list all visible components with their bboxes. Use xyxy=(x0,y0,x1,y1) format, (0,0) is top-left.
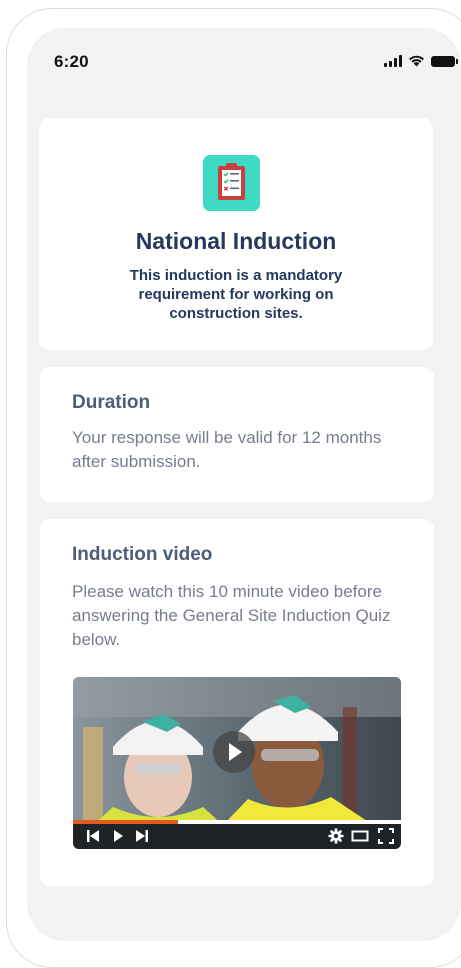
status-time: 6:20 xyxy=(54,52,89,71)
induction-description: This induction is a mandatory requiremen… xyxy=(129,267,343,322)
video-description: Please watch this 10 minute video before… xyxy=(72,582,391,649)
status-bar: 6:20 xyxy=(27,28,461,88)
skip-previous-icon[interactable] xyxy=(85,828,101,844)
settings-gear-icon[interactable] xyxy=(328,828,344,844)
phone-screen: 6:20 National Induction This induction i… xyxy=(27,28,461,941)
duration-heading: Duration xyxy=(72,392,151,413)
skip-next-icon[interactable] xyxy=(134,828,150,844)
status-icons xyxy=(384,55,458,67)
clipboard-checklist-icon xyxy=(203,155,260,211)
induction-summary-card: National Induction This induction is a m… xyxy=(39,118,433,350)
battery-icon xyxy=(431,55,458,67)
induction-title: National Induction xyxy=(135,228,337,254)
duration-card: Duration Your response will be valid for… xyxy=(40,367,434,502)
video-controls xyxy=(73,824,401,849)
play-icon[interactable] xyxy=(110,828,126,844)
cellular-signal-icon xyxy=(384,55,402,67)
play-video-button[interactable] xyxy=(213,731,255,773)
video-heading: Induction video xyxy=(72,544,213,565)
induction-video-card: Induction video Please watch this 10 min… xyxy=(40,519,434,886)
fullscreen-icon[interactable] xyxy=(378,828,394,844)
theater-mode-icon[interactable] xyxy=(351,828,369,844)
duration-text: Your response will be valid for 12 month… xyxy=(72,428,382,471)
video-player[interactable] xyxy=(73,677,401,849)
wifi-icon xyxy=(409,55,424,67)
